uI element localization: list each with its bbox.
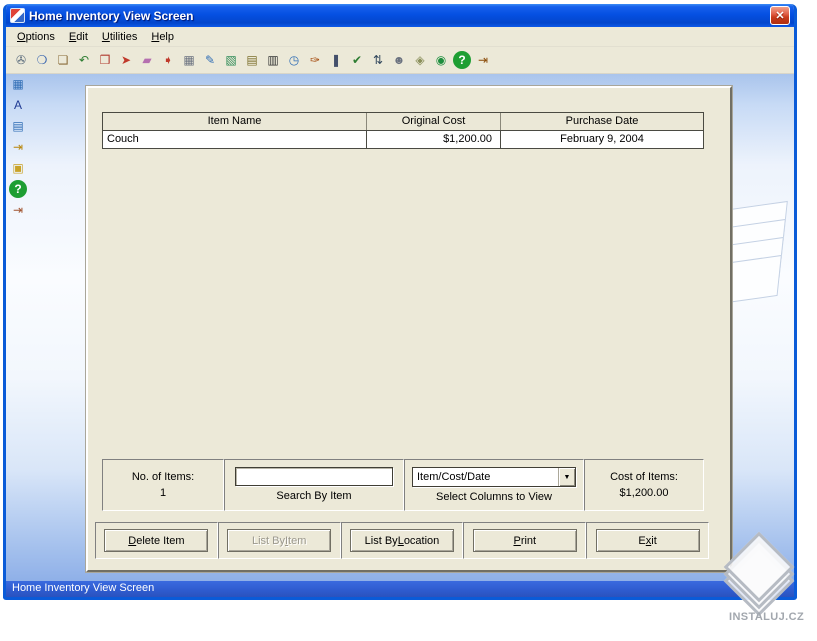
toolbar: ✇ ❍ ❏ ↶ ❒ ➤ ▰ ➧ ▦ ✎ ▧ ▤ ▥ ◷ ✑ ❚ ✔ ⇅ ☻ ◈ ◉? ⇥ (6, 47, 794, 74)
table-row[interactable]: Couch $1,200.00 February 9, 2004 (103, 131, 703, 148)
titlebar[interactable]: Home Inventory View Screen ✕ (6, 4, 794, 27)
status-text: Home Inventory View Screen (12, 582, 155, 594)
cost-value: $1,200.00 (619, 487, 669, 499)
list-icon[interactable]: ▤ (9, 117, 27, 135)
main-panel: Item Name Original Cost Purchase Date Co… (86, 86, 732, 572)
sort-icon[interactable]: ⇅ (369, 51, 387, 69)
items-count-label: No. of Items: (131, 471, 195, 483)
header-cell-item-name: Item Name (103, 113, 367, 130)
status-bar: Home Inventory View Screen (6, 581, 794, 597)
cell-purchase-date: February 9, 2004 (560, 133, 644, 145)
info-bar: No. of Items: 1 Search By Item Item/Cost… (102, 459, 704, 511)
grid-icon[interactable]: ▦ (9, 75, 27, 93)
globe-icon[interactable]: ◉ (432, 51, 450, 69)
chevron-down-icon: ▼ (563, 473, 571, 481)
menu-item-utilities[interactable]: Utilities (95, 29, 144, 45)
close-button[interactable]: ✕ (770, 6, 790, 25)
menubar: Options Edit Utilities Help (6, 27, 794, 47)
car-icon[interactable]: ➤ (117, 51, 135, 69)
eraser-icon[interactable]: ▰ (138, 51, 156, 69)
truck-icon[interactable]: ➧ (159, 51, 177, 69)
cost-panel: Cost of Items: $1,200.00 (584, 459, 704, 511)
buttons-bar: Delete Item List By Item List By Locatio… (95, 522, 709, 559)
cell-original-cost: $1,200.00 (367, 131, 501, 148)
watermark-text: INSTALUJ.CZ (729, 611, 805, 623)
search-icon[interactable]: ❍ (33, 51, 51, 69)
exit-icon[interactable]: ⇥ (9, 201, 27, 219)
app-window: Home Inventory View Screen ✕ Options Edi… (3, 4, 797, 600)
print-icon[interactable]: ✇ (12, 51, 30, 69)
photo-icon[interactable]: ▣ (9, 159, 27, 177)
table-header: Item Name Original Cost Purchase Date (103, 113, 703, 131)
building-icon[interactable]: ▦ (180, 51, 198, 69)
list-by-location-button[interactable]: List By Location (349, 529, 454, 552)
window-title: Home Inventory View Screen (29, 8, 194, 23)
close-icon: ✕ (775, 10, 785, 22)
search-input[interactable] (235, 467, 393, 486)
search-label: Search By Item (276, 490, 352, 502)
items-count-value: 1 (159, 487, 167, 499)
client-area: ▦ A ▤ ⇥ ▣? ⇥ Item Name Original Cost Purchase… (6, 74, 794, 581)
columns-selected-value: Item/Cost/Date (417, 471, 491, 483)
check-icon[interactable]: ✔ (348, 51, 366, 69)
user-icon[interactable]: ☻ (390, 51, 408, 69)
lock-icon[interactable]: ◈ (411, 51, 429, 69)
cost-label: Cost of Items: (610, 471, 678, 483)
exit-icon[interactable]: ⇥ (474, 51, 492, 69)
barcode-icon[interactable]: ▥ (264, 51, 282, 69)
header-cell-original-cost: Original Cost (367, 113, 501, 130)
clock-icon[interactable]: ◷ (285, 51, 303, 69)
exit-button[interactable]: Ex it (595, 529, 700, 552)
list-by-item-button: List By Item (227, 529, 332, 552)
search-panel: Search By Item (224, 459, 404, 511)
columns-select[interactable]: Item/Cost/Date ▼ (412, 467, 576, 487)
stamp-icon[interactable]: ❏ (54, 51, 72, 69)
dropdown-button[interactable]: ▼ (558, 468, 575, 486)
columns-panel: Item/Cost/Date ▼ Select Columns to View (404, 459, 584, 511)
watermark-logo (723, 531, 797, 617)
print-button[interactable]: Print (472, 529, 577, 552)
books-icon[interactable]: ❒ (96, 51, 114, 69)
app-icon (10, 8, 25, 23)
inventory-table: Item Name Original Cost Purchase Date Co… (102, 112, 704, 149)
screen: Home Inventory View Screen ✕ Options Edi… (0, 0, 817, 641)
help-icon[interactable]: ? (9, 180, 27, 198)
edit-note-icon[interactable]: ✎ (201, 51, 219, 69)
menu-item-help[interactable]: Help (144, 29, 181, 45)
menu-item-options[interactable]: Options (10, 29, 62, 45)
undo-icon[interactable]: ↶ (75, 51, 93, 69)
cell-item-name: Couch (103, 131, 367, 148)
items-count-panel: No. of Items: 1 (102, 459, 224, 511)
chart-icon[interactable]: ▧ (222, 51, 240, 69)
columns-icon[interactable]: ❚ (327, 51, 345, 69)
columns-label: Select Columns to View (436, 491, 552, 503)
brush-icon[interactable]: ✑ (306, 51, 324, 69)
menu-item-edit[interactable]: Edit (62, 29, 95, 45)
delete-item-button[interactable]: Delete Item (104, 529, 209, 552)
font-icon[interactable]: A (9, 96, 27, 114)
header-cell-purchase-date: Purchase Date (565, 115, 639, 127)
help-icon[interactable]: ? (453, 51, 471, 69)
notepad-icon[interactable]: ▤ (243, 51, 261, 69)
sidebar-icons: ▦ A ▤ ⇥ ▣? ⇥ (9, 75, 27, 219)
door-icon[interactable]: ⇥ (9, 138, 27, 156)
